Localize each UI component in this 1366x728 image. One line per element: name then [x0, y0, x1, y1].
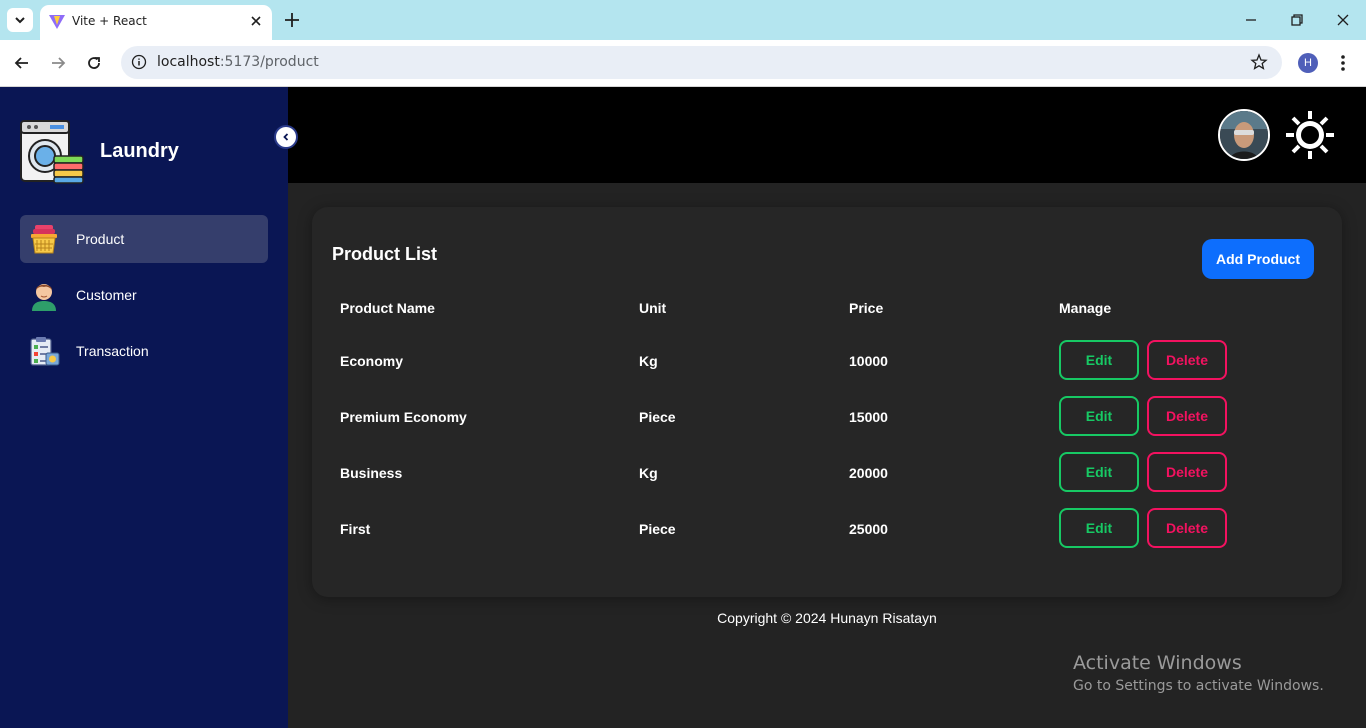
- user-avatar[interactable]: [1218, 109, 1270, 161]
- edit-button[interactable]: Edit: [1059, 396, 1139, 436]
- sidebar-item-customer[interactable]: Customer: [20, 271, 268, 319]
- bookmark-star-icon[interactable]: [1250, 53, 1268, 71]
- edit-button[interactable]: Edit: [1059, 452, 1139, 492]
- close-tab-icon[interactable]: [249, 14, 263, 28]
- column-header-manage: Manage: [1059, 300, 1112, 316]
- site-info-icon[interactable]: [131, 54, 147, 70]
- delete-button[interactable]: Delete: [1147, 508, 1227, 548]
- chevron-left-icon: [283, 133, 289, 141]
- sidebar-item-label: Customer: [76, 287, 137, 303]
- laundry-basket-icon: [31, 225, 57, 254]
- delete-button[interactable]: Delete: [1147, 340, 1227, 380]
- minimize-icon[interactable]: [1243, 12, 1259, 28]
- cell-product-name: First: [340, 521, 371, 537]
- delete-button[interactable]: Delete: [1147, 452, 1227, 492]
- cell-unit: Piece: [639, 409, 676, 425]
- watermark-subtitle: Go to Settings to activate Windows.: [1073, 678, 1324, 694]
- cell-price: 10000: [849, 353, 888, 369]
- cell-product-name: Business: [340, 465, 403, 481]
- browser-tabstrip: Vite + React: [0, 0, 1366, 40]
- url-host: localhost: [157, 54, 220, 70]
- column-header-product-name: Product Name: [340, 300, 435, 316]
- delete-button[interactable]: Delete: [1147, 396, 1227, 436]
- user-photo-icon: [1220, 111, 1268, 159]
- column-header-price: Price: [849, 300, 884, 316]
- edit-button[interactable]: Edit: [1059, 340, 1139, 380]
- back-arrow-icon[interactable]: [12, 53, 32, 73]
- top-header: [288, 87, 1366, 183]
- address-bar[interactable]: localhost:5173/product: [121, 46, 1282, 79]
- sidebar-collapse-button[interactable]: [274, 125, 298, 149]
- sidebar-item-label: Transaction: [76, 343, 149, 359]
- new-tab-icon[interactable]: [282, 10, 302, 30]
- cell-unit: Piece: [639, 521, 676, 537]
- forward-arrow-icon[interactable]: [48, 53, 68, 73]
- profile-avatar[interactable]: H: [1298, 53, 1318, 73]
- tab-search-button[interactable]: [7, 8, 33, 32]
- reload-icon[interactable]: [84, 53, 104, 73]
- browser-tab[interactable]: Vite + React: [40, 5, 272, 40]
- sun-theme-toggle-icon[interactable]: [1284, 109, 1336, 161]
- column-header-unit: Unit: [639, 300, 667, 316]
- cell-unit: Kg: [639, 465, 658, 481]
- cell-product-name: Economy: [340, 353, 404, 369]
- browser-toolbar: localhost:5173/product H: [0, 40, 1366, 87]
- sidebar-item-transaction[interactable]: Transaction: [20, 327, 268, 375]
- cell-unit: Kg: [639, 353, 658, 369]
- page-title: Product List: [332, 244, 438, 264]
- cell-price: 20000: [849, 465, 888, 481]
- tab-title: Vite + React: [72, 14, 147, 28]
- footer-copyright: Copyright © 2024 Hunayn Risatayn: [717, 610, 937, 626]
- chevron-down-icon: [15, 17, 25, 24]
- browser-menu-icon[interactable]: [1335, 53, 1351, 73]
- vite-logo-icon: [49, 15, 65, 29]
- restore-icon[interactable]: [1289, 12, 1305, 28]
- sidebar-item-label: Product: [76, 231, 125, 247]
- customer-avatar-icon: [32, 284, 56, 311]
- sidebar-item-product[interactable]: Product: [20, 215, 268, 263]
- product-list-card: Product List Add Product Product Name Un…: [312, 207, 1342, 597]
- sidebar: Laundry Product Customer Transaction: [0, 87, 298, 728]
- url-text: localhost:5173/product: [157, 54, 319, 70]
- add-product-button[interactable]: Add Product: [1202, 239, 1314, 279]
- edit-button[interactable]: Edit: [1059, 508, 1139, 548]
- watermark-title: Activate Windows: [1073, 652, 1242, 674]
- transaction-clipboard-icon: [30, 337, 60, 366]
- close-window-icon[interactable]: [1335, 12, 1351, 28]
- windows-activation-watermark: Activate Windows Go to Settings to activ…: [1073, 652, 1324, 694]
- brand-name: Laundry: [100, 140, 179, 162]
- cell-product-name: Premium Economy: [340, 409, 467, 425]
- cell-price: 25000: [849, 521, 888, 537]
- url-path: :5173/product: [219, 54, 319, 70]
- cell-price: 15000: [849, 409, 888, 425]
- washing-machine-logo: [20, 120, 84, 184]
